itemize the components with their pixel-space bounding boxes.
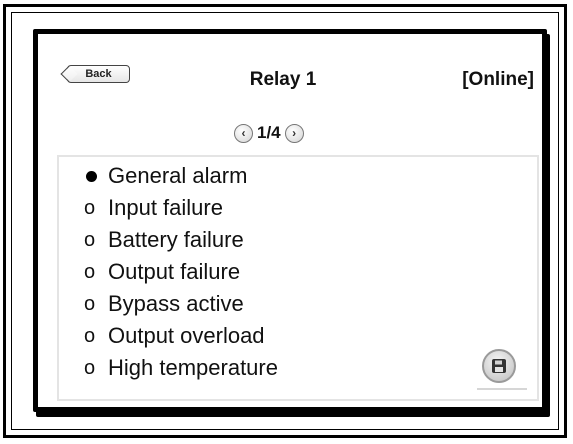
alarm-option-bypass-active[interactable]: o Bypass active (84, 288, 278, 320)
alarm-option-battery-failure[interactable]: o Battery failure (84, 224, 278, 256)
page-indicator: 1/4 (257, 123, 281, 142)
save-icon (492, 359, 506, 373)
alarm-option-label: Bypass active (108, 291, 244, 316)
unselected-radio-icon: o (84, 260, 96, 283)
back-button[interactable]: Back (67, 65, 130, 83)
previous-page-button[interactable]: ‹ (234, 123, 253, 143)
unselected-radio-icon: o (84, 292, 96, 315)
next-page-button[interactable]: › (284, 123, 304, 143)
alarm-option-label: Output overload (108, 323, 265, 348)
alarm-option-high-temperature[interactable]: o High temperature (84, 352, 278, 384)
alarm-option-label: High temperature (108, 355, 278, 380)
unselected-radio-icon: o (84, 356, 96, 379)
alarm-option-label: General alarm (108, 163, 248, 188)
alarm-option-output-failure[interactable]: o Output failure (84, 256, 278, 288)
page-title: Relay 1 (249, 69, 317, 90)
chevron-right-icon: › (292, 126, 297, 140)
alarm-option-label: Output failure (108, 259, 241, 284)
alarm-option-input-failure[interactable]: o Input failure (84, 192, 278, 224)
alarm-selection-panel: General alarm o Input failure o Battery … (57, 155, 539, 401)
status-badge: [Online] (462, 69, 534, 90)
selected-radio-icon (84, 170, 108, 182)
alarm-option-output-overload[interactable]: o Output overload (84, 320, 278, 352)
pager: ‹ 1/4 › (234, 122, 304, 144)
alarm-options-list: General alarm o Input failure o Battery … (84, 160, 278, 384)
save-button[interactable] (482, 349, 516, 383)
save-button-underline (477, 388, 527, 390)
outer-frame: Back Relay 1 [Online] ‹ 1/4 › General al… (3, 4, 567, 438)
relay-screen: Back Relay 1 [Online] ‹ 1/4 › General al… (33, 29, 547, 412)
unselected-radio-icon: o (84, 196, 96, 219)
chevron-left-icon: ‹ (241, 126, 246, 140)
alarm-option-general-alarm[interactable]: General alarm (84, 160, 278, 192)
unselected-radio-icon: o (84, 228, 96, 251)
alarm-option-label: Battery failure (108, 227, 244, 252)
alarm-option-label: Input failure (108, 195, 223, 220)
unselected-radio-icon: o (84, 324, 96, 347)
back-button-label: Back (85, 68, 112, 80)
